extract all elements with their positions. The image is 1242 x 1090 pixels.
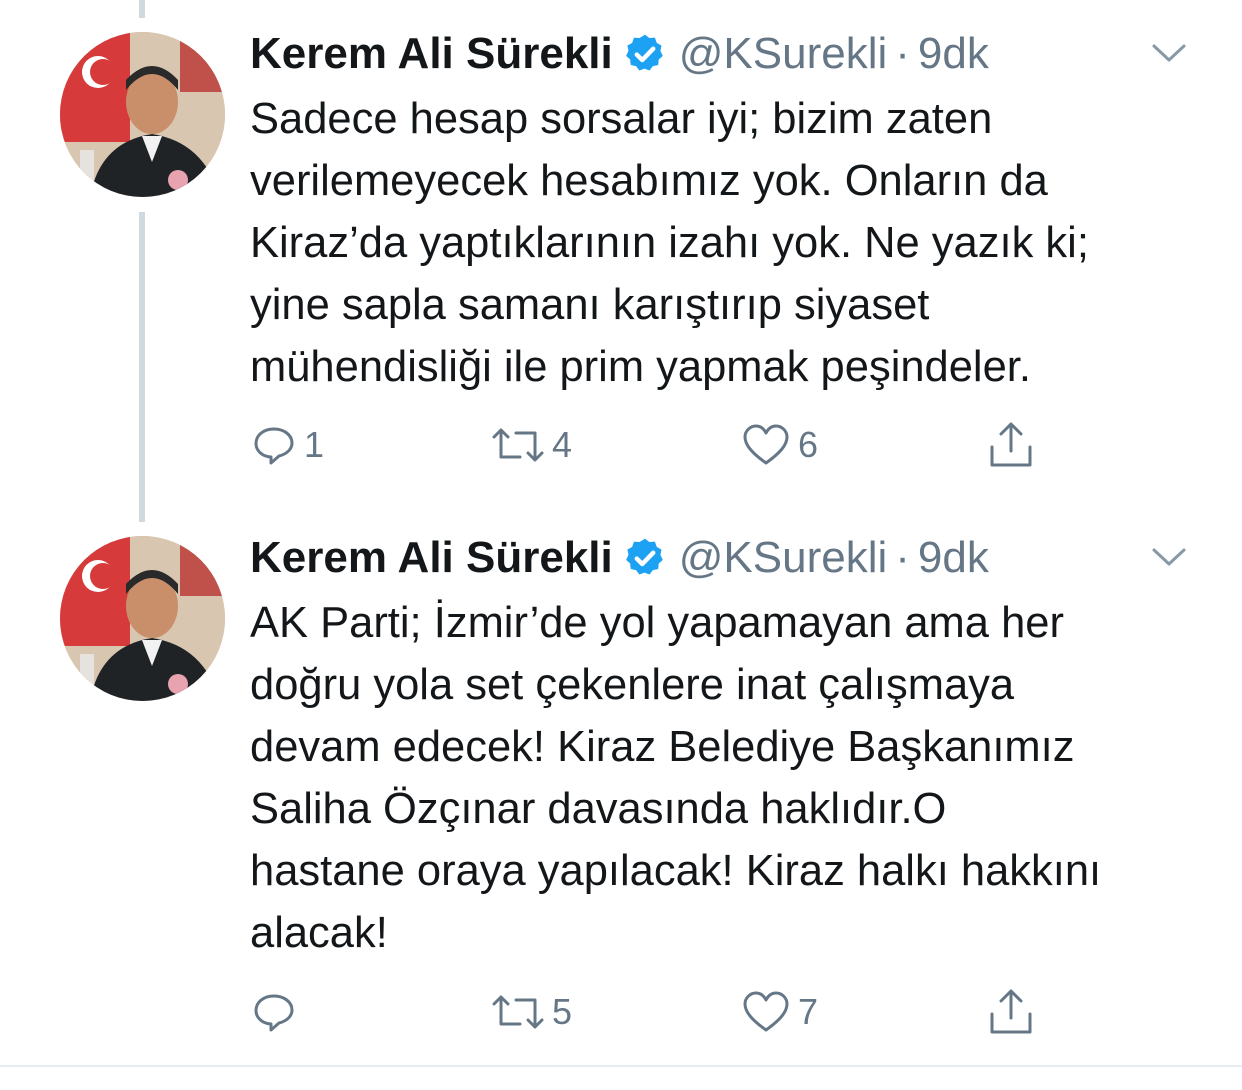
tweet-text-line: mühendisliği ile prim yapmak peşindeler.	[250, 343, 1031, 391]
tweet-header: Kerem Ali Sürekli @KSurekli · 9dk	[250, 532, 989, 584]
author-handle[interactable]: @KSurekli	[679, 29, 888, 79]
heart-icon	[743, 424, 789, 465]
tweet-text-line: Saliha Özçınar davasında haklıdır.O	[250, 785, 947, 833]
retweet-count: 4	[552, 424, 573, 465]
chevron-down-icon[interactable]	[1148, 542, 1190, 572]
reply-icon	[254, 427, 294, 465]
tweet-actions: 1 4 6	[250, 415, 1050, 475]
tweet-text-line: doğru yola set çekenlere inat çalışmaya	[250, 661, 1015, 709]
avatar[interactable]	[60, 536, 225, 701]
tweet-text-line: devam edecek! Kiraz Belediye Başkanımız	[250, 723, 1075, 771]
like-button[interactable]: 7	[740, 982, 818, 1042]
reply-icon	[254, 994, 294, 1032]
tweet-header: Kerem Ali Sürekli @KSurekli · 9dk	[250, 28, 989, 80]
separator-dot: ·	[895, 29, 910, 78]
tweet-text-line: verilemeyecek hesabımız yok. Onların da	[250, 157, 1048, 205]
tweet-text: AK Parti; İzmir’de yol yapamayan ama her…	[250, 592, 1210, 964]
tweet-text-line: Kiraz’da yaptıklarının izahı yok. Ne yaz…	[250, 219, 1089, 267]
retweet-button[interactable]: 4	[490, 415, 572, 475]
like-button[interactable]: 6	[740, 415, 818, 475]
share-icon	[990, 422, 1032, 467]
retweet-count: 5	[552, 991, 573, 1032]
retweet-button[interactable]: 5	[490, 982, 572, 1042]
reply-button[interactable]: 1	[250, 415, 324, 475]
verified-badge-icon	[623, 536, 667, 580]
share-icon	[990, 989, 1032, 1034]
reply-button[interactable]	[250, 982, 304, 1042]
tweet-timestamp[interactable]: 9dk	[918, 533, 989, 583]
chevron-down-icon[interactable]	[1148, 38, 1190, 68]
retweet-icon	[492, 995, 544, 1029]
author-name[interactable]: Kerem Ali Sürekli	[250, 29, 613, 79]
share-button[interactable]	[985, 982, 1037, 1042]
tweet-text-line: hastane oraya yapılacak! Kiraz halkı hak…	[250, 847, 1102, 895]
tweet-text: Sadece hesap sorsalar iyi; bizim zaten v…	[250, 88, 1210, 398]
share-button[interactable]	[985, 415, 1037, 475]
tweet-actions: 5 7	[250, 982, 1050, 1042]
author-name[interactable]: Kerem Ali Sürekli	[250, 533, 613, 583]
retweet-icon	[492, 428, 544, 462]
divider	[0, 1065, 1242, 1067]
like-count: 6	[798, 424, 819, 465]
reply-count: 1	[304, 424, 325, 465]
tweet-text-line: AK Parti; İzmir’de yol yapamayan ama her	[250, 599, 1064, 647]
avatar[interactable]	[60, 32, 225, 197]
verified-badge-icon	[623, 32, 667, 76]
tweet[interactable]: Kerem Ali Sürekli @KSurekli · 9dk Sadece…	[0, 0, 1242, 520]
tweet[interactable]: Kerem Ali Sürekli @KSurekli · 9dk AK Par…	[0, 520, 1242, 1065]
avatar-photo	[60, 536, 225, 701]
author-handle[interactable]: @KSurekli	[679, 533, 888, 583]
tweet-text-line: Sadece hesap sorsalar iyi; bizim zaten	[250, 95, 993, 143]
tweet-text-line: yine sapla samanı karıştırıp siyaset	[250, 281, 930, 329]
heart-icon	[743, 991, 789, 1032]
avatar-photo	[60, 32, 225, 197]
tweet-text-line: alacak!	[250, 909, 388, 957]
tweet-timestamp[interactable]: 9dk	[918, 29, 989, 79]
like-count: 7	[798, 991, 819, 1032]
separator-dot: ·	[895, 533, 910, 582]
